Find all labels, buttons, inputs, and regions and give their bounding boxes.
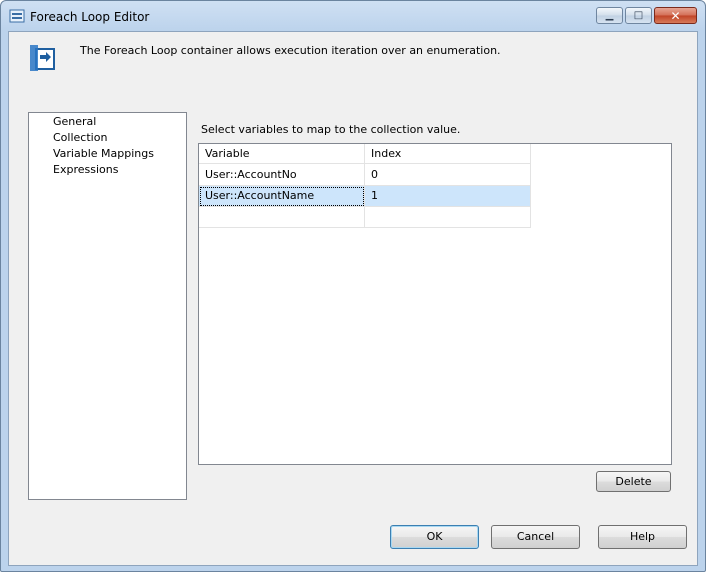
delete-button[interactable]: Delete	[596, 471, 671, 492]
dialog-header: The Foreach Loop container allows execut…	[9, 32, 697, 92]
window-controls: ▁ □ ✕	[596, 7, 697, 26]
minimize-button[interactable]: ▁	[596, 7, 623, 24]
close-button[interactable]: ✕	[654, 7, 697, 24]
maximize-button[interactable]: □	[625, 7, 652, 24]
ok-button[interactable]: OK	[390, 525, 479, 549]
navigation-list: General Collection Variable Mappings Exp…	[28, 112, 187, 500]
foreach-container-icon	[27, 43, 57, 73]
index-cell[interactable]: 0	[365, 165, 531, 186]
maximize-icon: □	[633, 9, 644, 21]
variable-cell[interactable]: User::AccountNo	[199, 165, 365, 186]
header-description: The Foreach Loop container allows execut…	[80, 44, 501, 57]
variable-mappings-grid[interactable]: Variable Index User::AccountNo 0 User::A…	[198, 143, 672, 465]
title-bar[interactable]: Foreach Loop Editor ▁ □ ✕	[1, 1, 705, 31]
nav-item-expressions[interactable]: Expressions	[53, 163, 118, 177]
table-row[interactable]: User::AccountName 1	[199, 186, 531, 207]
column-header-variable[interactable]: Variable	[199, 144, 365, 165]
grid-header-row: Variable Index	[199, 144, 531, 165]
window-title: Foreach Loop Editor	[30, 10, 150, 24]
nav-item-variable-mappings[interactable]: Variable Mappings	[53, 147, 154, 161]
table-row-new[interactable]	[199, 207, 531, 228]
nav-item-general[interactable]: General	[53, 115, 96, 129]
cancel-button[interactable]: Cancel	[491, 525, 580, 549]
variable-cell[interactable]	[199, 207, 365, 228]
dialog-client-area: The Foreach Loop container allows execut…	[8, 31, 698, 566]
minimize-icon: ▁	[605, 9, 614, 21]
mapping-prompt: Select variables to map to the collectio…	[201, 123, 461, 136]
variable-cell[interactable]: User::AccountName	[199, 186, 365, 207]
index-cell[interactable]	[365, 207, 531, 228]
close-icon: ✕	[670, 8, 681, 23]
help-button[interactable]: Help	[598, 525, 687, 549]
foreach-loop-icon	[9, 9, 25, 23]
table-row[interactable]: User::AccountNo 0	[199, 165, 531, 186]
column-header-index[interactable]: Index	[365, 144, 531, 165]
dialog-window: Foreach Loop Editor ▁ □ ✕ The Foreach Lo…	[0, 0, 706, 572]
index-cell[interactable]: 1	[365, 186, 531, 207]
nav-item-collection[interactable]: Collection	[53, 131, 107, 145]
